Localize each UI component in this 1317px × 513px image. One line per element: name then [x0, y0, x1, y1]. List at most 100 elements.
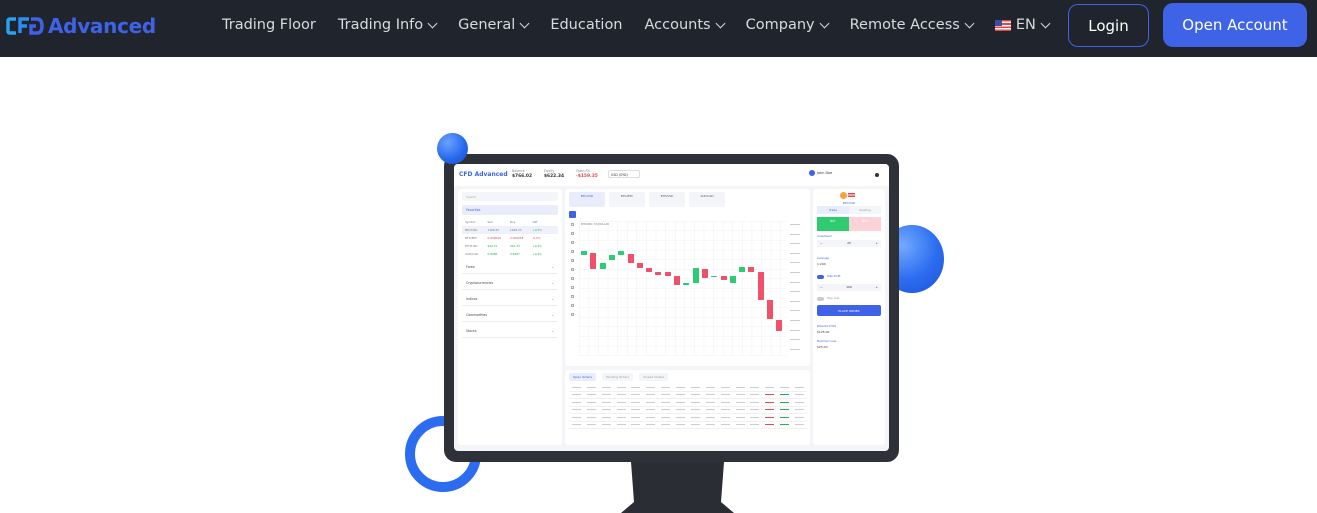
chevron-down-icon — [715, 18, 726, 28]
order-cell — [629, 408, 644, 411]
cfd-logo-icon — [6, 17, 44, 35]
orders-header-row — [569, 384, 807, 392]
price-tick — [790, 300, 800, 302]
order-cell — [777, 393, 792, 396]
brand-logo[interactable]: Advanced — [6, 12, 156, 40]
order-cell — [614, 401, 629, 404]
nav-company[interactable]: Company — [745, 17, 830, 33]
order-cell — [703, 416, 718, 419]
order-cell — [658, 386, 673, 389]
maximum-loss-value: $25.00 — [817, 345, 828, 349]
order-cell — [748, 408, 763, 411]
order-cell — [777, 408, 792, 411]
order-cell — [599, 416, 614, 419]
order-row — [569, 399, 807, 407]
top-navbar: Advanced Trading Floor Trading Info Gene… — [0, 0, 1317, 57]
app-logo: CFD Advanced — [459, 171, 508, 178]
nav-remote-access[interactable]: Remote Access — [850, 17, 975, 33]
investment-label: Investment — [817, 235, 832, 238]
chevron-down-icon — [964, 18, 975, 28]
diff: +0.5% — [532, 228, 542, 232]
sell: 1166.25 — [487, 228, 500, 232]
login-button[interactable]: Login — [1068, 4, 1149, 47]
symbol-tabs: BTC/USD BTG/BTC ETH/USD AUD/CAD — [569, 192, 725, 207]
order-cell — [629, 423, 644, 426]
order-cell — [569, 386, 584, 389]
order-cell — [584, 393, 599, 396]
order-cell — [673, 386, 688, 389]
buy-option: BUY — [817, 217, 849, 231]
category-label: Forex — [466, 265, 475, 269]
nav-general[interactable]: General — [458, 17, 530, 33]
order-cell — [569, 416, 584, 419]
balance-stat: Balance $766.02 — [512, 169, 532, 179]
price-tick — [790, 348, 800, 350]
nav-education[interactable]: Education — [550, 17, 622, 33]
avatar — [809, 170, 815, 176]
order-cell — [688, 423, 703, 426]
chart-title: BITCOIN / US DOLLAR — [581, 223, 609, 226]
candlestick-chart: BITCOIN / US DOLLAR — [579, 221, 787, 356]
order-cell — [718, 423, 733, 426]
open-pl-stat: Open P/L -$159.35 — [576, 169, 598, 179]
order-cell — [748, 393, 763, 396]
price-tick — [790, 329, 800, 331]
order-cell — [688, 408, 703, 411]
col-header: Sell — [487, 220, 493, 224]
monitor-stand — [621, 462, 734, 513]
price-tick — [790, 224, 800, 225]
order-cell — [792, 401, 807, 404]
nav-label: Trading Floor — [222, 17, 316, 33]
order-cell — [599, 401, 614, 404]
order-row — [569, 407, 807, 414]
col-header: Diff — [532, 220, 538, 224]
nav-accounts[interactable]: Accounts — [645, 17, 726, 33]
order-cell — [733, 416, 748, 419]
tab-closed-orders: Closed Orders — [639, 373, 669, 381]
sell: 0.000046 — [487, 236, 501, 240]
orders-table — [569, 384, 807, 429]
diff: +0.5% — [532, 252, 542, 256]
symbol: BTC/USD — [465, 228, 478, 232]
order-cell — [599, 408, 614, 411]
chart-panel: BTC/USD BTG/BTC ETH/USD AUD/CAD BITCOIN … — [565, 189, 810, 366]
order-cell — [703, 386, 718, 389]
order-cell — [718, 416, 733, 419]
order-cell — [643, 408, 658, 411]
take-profit-label: Take Profit — [827, 275, 841, 278]
watchlist-row: BTC/USD 1166.25 1166.23 +0.5% — [462, 226, 558, 234]
candle — [748, 266, 755, 273]
order-cell — [762, 416, 777, 419]
order-cell — [777, 386, 792, 389]
take-profit-stepper: −100 + — [817, 284, 881, 291]
price-tick — [790, 272, 800, 273]
watchlist-row: ETH/USD 944.31 944.33 +0.5% — [462, 242, 558, 250]
candle — [720, 275, 727, 281]
bitcoin-icon — [840, 192, 847, 199]
order-cell — [584, 423, 599, 426]
category-label: Stocks — [466, 329, 477, 333]
watchlist-search: Search — [462, 192, 558, 201]
order-cell — [777, 401, 792, 404]
order-row — [569, 422, 807, 429]
order-cell — [569, 423, 584, 426]
candle — [664, 272, 671, 276]
language-label: EN — [1015, 17, 1036, 33]
candle — [646, 267, 653, 273]
order-cell — [733, 423, 748, 426]
price-axis — [790, 224, 804, 354]
theme-toggle-icon — [875, 173, 879, 177]
nav-label: Trading Info — [337, 17, 424, 33]
stat-label: Balance — [512, 169, 525, 173]
language-selector[interactable]: EN — [994, 17, 1051, 33]
orders-panel: Open Orders Pending Orders Closed Orders — [565, 370, 810, 445]
candle — [692, 267, 699, 283]
order-cell — [748, 423, 763, 426]
open-account-button[interactable]: Open Account — [1163, 3, 1307, 47]
nav-trading-info[interactable]: Trading Info — [337, 17, 438, 33]
buy: 1166.23 — [510, 228, 522, 232]
nav-label: Company — [745, 17, 815, 33]
potential-profit-value: $125.00 — [817, 330, 830, 334]
order-cell — [599, 423, 614, 426]
nav-trading-floor[interactable]: Trading Floor — [222, 17, 316, 33]
